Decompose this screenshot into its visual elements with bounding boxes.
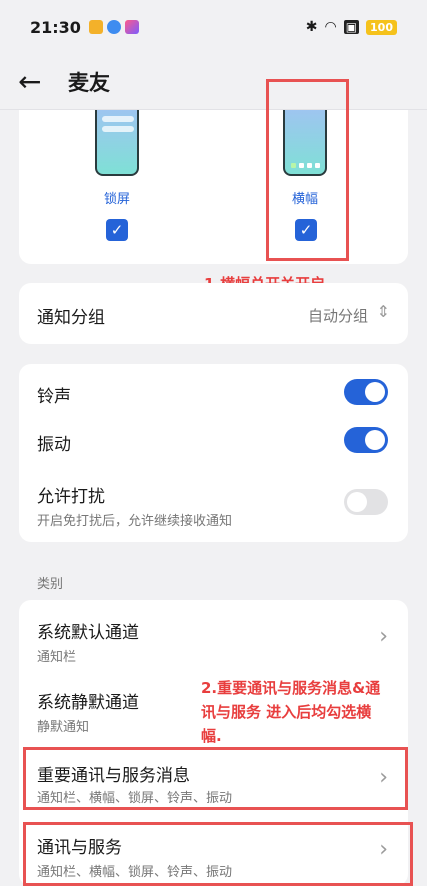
- category-subtitle: 静默通知: [37, 720, 90, 735]
- ringtone-toggle[interactable]: [344, 379, 388, 405]
- category-subtitle: 通知栏: [37, 650, 77, 665]
- dnd-subtitle: 开启免打扰后，允许继续接收通知: [37, 514, 233, 529]
- sound-settings-card: 铃声 振动 允许打扰 开启免打扰后，允许继续接收通知: [19, 364, 408, 542]
- annotation-2-line: 讯与服务 进入后均勾选横: [201, 703, 372, 721]
- annotation-2: 2.重要通讯与服务消息&通 讯与服务 进入后均勾选横 幅.: [201, 676, 411, 748]
- vibration-toggle[interactable]: [344, 427, 388, 453]
- status-time: 21:30: [30, 17, 81, 37]
- ringtone-label: 铃声: [37, 387, 71, 407]
- lock-screen-label: 锁屏: [103, 192, 130, 207]
- annotation-highlight-important: [23, 747, 408, 810]
- category-title: 系统默认通道: [37, 623, 139, 643]
- status-indicators: ✱ ◠ ▣ 100: [306, 19, 397, 35]
- lock-screen-preview: [95, 110, 139, 176]
- bluetooth-icon: ✱: [305, 19, 318, 35]
- dnd-label: 允许打扰: [37, 487, 105, 507]
- battery-indicator: 100: [366, 19, 397, 35]
- annotation-highlight-banner: [266, 79, 349, 261]
- app-notification-icon: [124, 20, 139, 34]
- sim-icon: ▣: [343, 20, 360, 34]
- notification-group-label: 通知分组: [37, 308, 105, 328]
- notification-style-preview: 锁屏 ✓ 横幅 ✓: [19, 110, 408, 264]
- app-notification-icon: [106, 20, 121, 34]
- annotation-2-line: 幅.: [201, 727, 222, 745]
- category-section-label: 类别: [37, 577, 64, 592]
- updown-chevron-icon: ⇕: [376, 302, 390, 321]
- app-notification-icon: [88, 20, 103, 34]
- status-bar: 21:30 ✱ ◠ ▣ 100: [0, 0, 427, 54]
- back-arrow-icon[interactable]: ←: [18, 67, 54, 96]
- annotation-2-line: 2.重要通讯与服务消息&通: [201, 679, 381, 697]
- dnd-toggle[interactable]: [344, 489, 388, 515]
- notification-group-row[interactable]: 通知分组 自动分组 ⇕: [19, 283, 408, 344]
- annotation-highlight-communication: [23, 822, 413, 886]
- vibration-label: 振动: [37, 435, 71, 455]
- notification-group-value: 自动分组: [307, 307, 368, 325]
- category-title: 系统静默通道: [37, 693, 139, 713]
- status-app-icons: [88, 20, 139, 34]
- wifi-icon: ◠: [324, 19, 337, 35]
- app-bar: ← 麦友: [0, 54, 427, 110]
- chevron-right-icon: ›: [379, 624, 388, 649]
- category-item[interactable]: 系统默认通道 通知栏 ›: [19, 600, 408, 672]
- page-title: 麦友: [68, 70, 110, 95]
- lock-screen-checkbox[interactable]: ✓: [106, 219, 128, 241]
